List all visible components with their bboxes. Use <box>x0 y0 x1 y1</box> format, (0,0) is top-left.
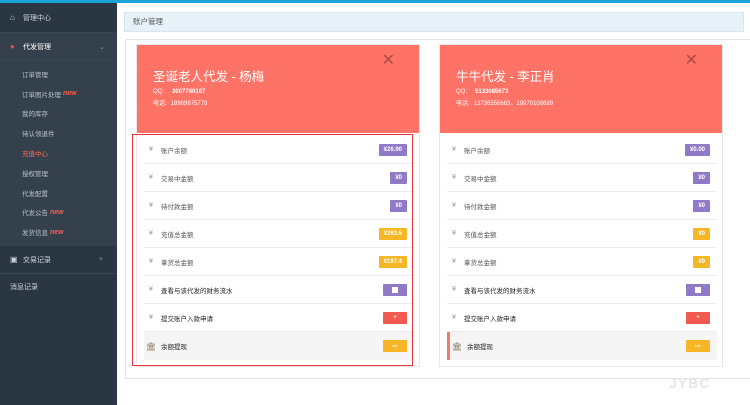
withdraw-row: 🏛 余额提现 ⇨ <box>447 332 717 360</box>
row-label: 待付款金额 <box>464 203 497 211</box>
chevron-down-icon: ⌄ <box>99 43 105 51</box>
sidebar-item-announcements[interactable]: 代发公告 new <box>0 203 117 223</box>
row-label: 查看与该代发的财务流水 <box>464 287 536 295</box>
sidebar-item-label: 管理中心 <box>23 14 51 22</box>
apply-deposit-button[interactable]: + <box>686 311 710 324</box>
sidebar-item-inventory[interactable]: 我的库存 <box>0 104 117 124</box>
sidebar-item-label: 充值中心 <box>22 151 48 159</box>
sidebar-item-label: 消息记录 <box>10 284 38 292</box>
card-title: 圣诞老人代发 - 杨梅 <box>153 70 265 84</box>
phone-value: 13736556663，19970108689 <box>473 101 554 107</box>
sidebar-item-label: 待认领退件 <box>22 131 55 139</box>
phone-label: 电话: <box>456 101 470 107</box>
qq-line: QQ: 3007780167 <box>153 89 419 95</box>
card-header: 牛牛代发 - 李正肖 QQ: 5133085673 电话: 13736556663，… <box>440 45 722 133</box>
sidebar-item-authorization[interactable]: 授权管理 <box>0 163 117 183</box>
apply-row: ¥ 提交账户入款申请 + <box>447 304 717 332</box>
sidebar-item-messages[interactable]: 消息记录 <box>0 274 117 300</box>
document-icon <box>695 286 701 293</box>
sidebar: ⌂ 管理中心 ● 代发管理 ⌄ 订单管理 订单图片处理 new 我的库存 待认领退… <box>0 3 117 405</box>
expand-icon: + <box>98 256 103 264</box>
yen-icon: ¥ <box>452 258 456 265</box>
row-label: 账户余额 <box>464 147 490 155</box>
bank-icon: 🏛 <box>451 341 463 351</box>
yen-icon: ¥ <box>452 174 456 181</box>
trading-badge: ¥0 <box>693 171 710 184</box>
account-card: 牛牛代发 - 李正肖 QQ: 5133085673 电话: 13736556663，… <box>439 44 723 367</box>
row-label: 充值总金额 <box>464 231 497 239</box>
new-badge: new <box>50 228 64 236</box>
new-badge: new <box>63 90 77 98</box>
yen-icon: ¥ <box>452 202 456 209</box>
goods-row: ¥ 拿货总金额 ¥0 <box>447 248 717 276</box>
view-flow-button[interactable] <box>686 283 710 296</box>
close-icon[interactable]: ✕ <box>382 50 395 70</box>
qq-value: 3007780167 <box>172 89 206 95</box>
wallet-icon: ▣ <box>10 255 18 265</box>
yen-icon: ¥ <box>452 314 456 321</box>
highlight-box <box>132 134 413 366</box>
phone-line: 电话: 13736556663，19970108689 <box>456 98 722 107</box>
sidebar-section-dropship[interactable]: ● 代发管理 ⌄ <box>0 33 117 61</box>
row-label: 交易中金额 <box>464 175 497 183</box>
home-icon: ⌂ <box>10 13 15 22</box>
sidebar-item-config[interactable]: 代发配置 <box>0 183 117 203</box>
qq-label: QQ: <box>153 89 165 95</box>
pending-badge: ¥0 <box>693 199 710 212</box>
close-icon[interactable]: ✕ <box>685 50 698 70</box>
sidebar-item-label: 订单管理 <box>22 71 48 79</box>
yen-icon: ¥ <box>452 230 456 237</box>
qq-label: QQ: <box>456 89 468 95</box>
phone-line: 电话: 18969675779 <box>153 98 419 107</box>
sidebar-item-recharge[interactable]: 充值中心 <box>0 143 117 163</box>
balance-badge: ¥0.00 <box>684 143 710 156</box>
watermark: JYBC <box>669 375 711 391</box>
sidebar-item-order-images[interactable]: 订单图片处理 new <box>0 84 117 104</box>
trading-row: ¥ 交易中金额 ¥0 <box>447 164 717 192</box>
sidebar-item-transactions[interactable]: ▣ 交易记录 + <box>0 246 117 275</box>
pending-row: ¥ 待付款金额 ¥0 <box>447 192 717 220</box>
row-label: 提交账户入款申请 <box>464 315 516 323</box>
yen-icon: ¥ <box>452 146 456 153</box>
new-badge: new <box>50 208 64 216</box>
recharge-row: ¥ 充值总金额 ¥0 <box>447 220 717 248</box>
withdraw-button[interactable]: ⇨ <box>686 340 710 352</box>
sidebar-item-label: 我的库存 <box>22 111 48 119</box>
yen-icon: ¥ <box>452 286 456 293</box>
qq-line: QQ: 5133085673 <box>456 89 722 95</box>
card-rows: ¥ 账户余额 ¥0.00 ¥ 交易中金额 ¥0 ¥ 待付款金额 ¥0 ¥ 充值总金额 ¥0 ¥ 拿… <box>440 133 722 360</box>
sidebar-section-label: 代发管理 <box>23 43 51 51</box>
phone-value: 18969675779 <box>170 101 208 107</box>
sidebar-item-label: 交易记录 <box>23 256 51 264</box>
goods-badge: ¥0 <box>693 255 710 268</box>
row-label: 余额提现 <box>467 344 493 351</box>
row-label: 拿货总金额 <box>464 259 497 267</box>
sidebar-item-label: 授权管理 <box>22 170 48 178</box>
flow-row: ¥ 查看与该代发的财务流水 <box>447 276 717 304</box>
phone-label: 电话: <box>153 101 167 107</box>
sidebar-item-label: 代发公告 <box>22 210 48 218</box>
user-icon: ● <box>10 42 15 51</box>
sidebar-item-label: 代发配置 <box>22 190 48 198</box>
card-header: 圣诞老人代发 - 杨梅 QQ: 3007780167 电话: 18969675779… <box>137 45 419 133</box>
sidebar-item-orders[interactable]: 订单管理 <box>0 64 117 84</box>
sidebar-item-home[interactable]: ⌂ 管理中心 <box>0 3 117 33</box>
sidebar-submenu: 订单管理 订单图片处理 new 我的库存 待认领退件 充值中心 授权管理 代发配置… <box>0 61 117 247</box>
sidebar-item-label: 订单图片处理 <box>22 91 61 99</box>
page-title: 账户管理 <box>124 12 744 32</box>
recharge-badge: ¥0 <box>693 227 710 240</box>
sidebar-item-shipping[interactable]: 发货信息 new <box>0 222 117 242</box>
balance-row: ¥ 账户余额 ¥0.00 <box>447 136 717 164</box>
sidebar-item-returns[interactable]: 待认领退件 <box>0 123 117 143</box>
card-title: 牛牛代发 - 李正肖 <box>456 70 555 84</box>
qq-value: 5133085673 <box>475 89 509 95</box>
sidebar-item-label: 发货信息 <box>22 230 48 238</box>
